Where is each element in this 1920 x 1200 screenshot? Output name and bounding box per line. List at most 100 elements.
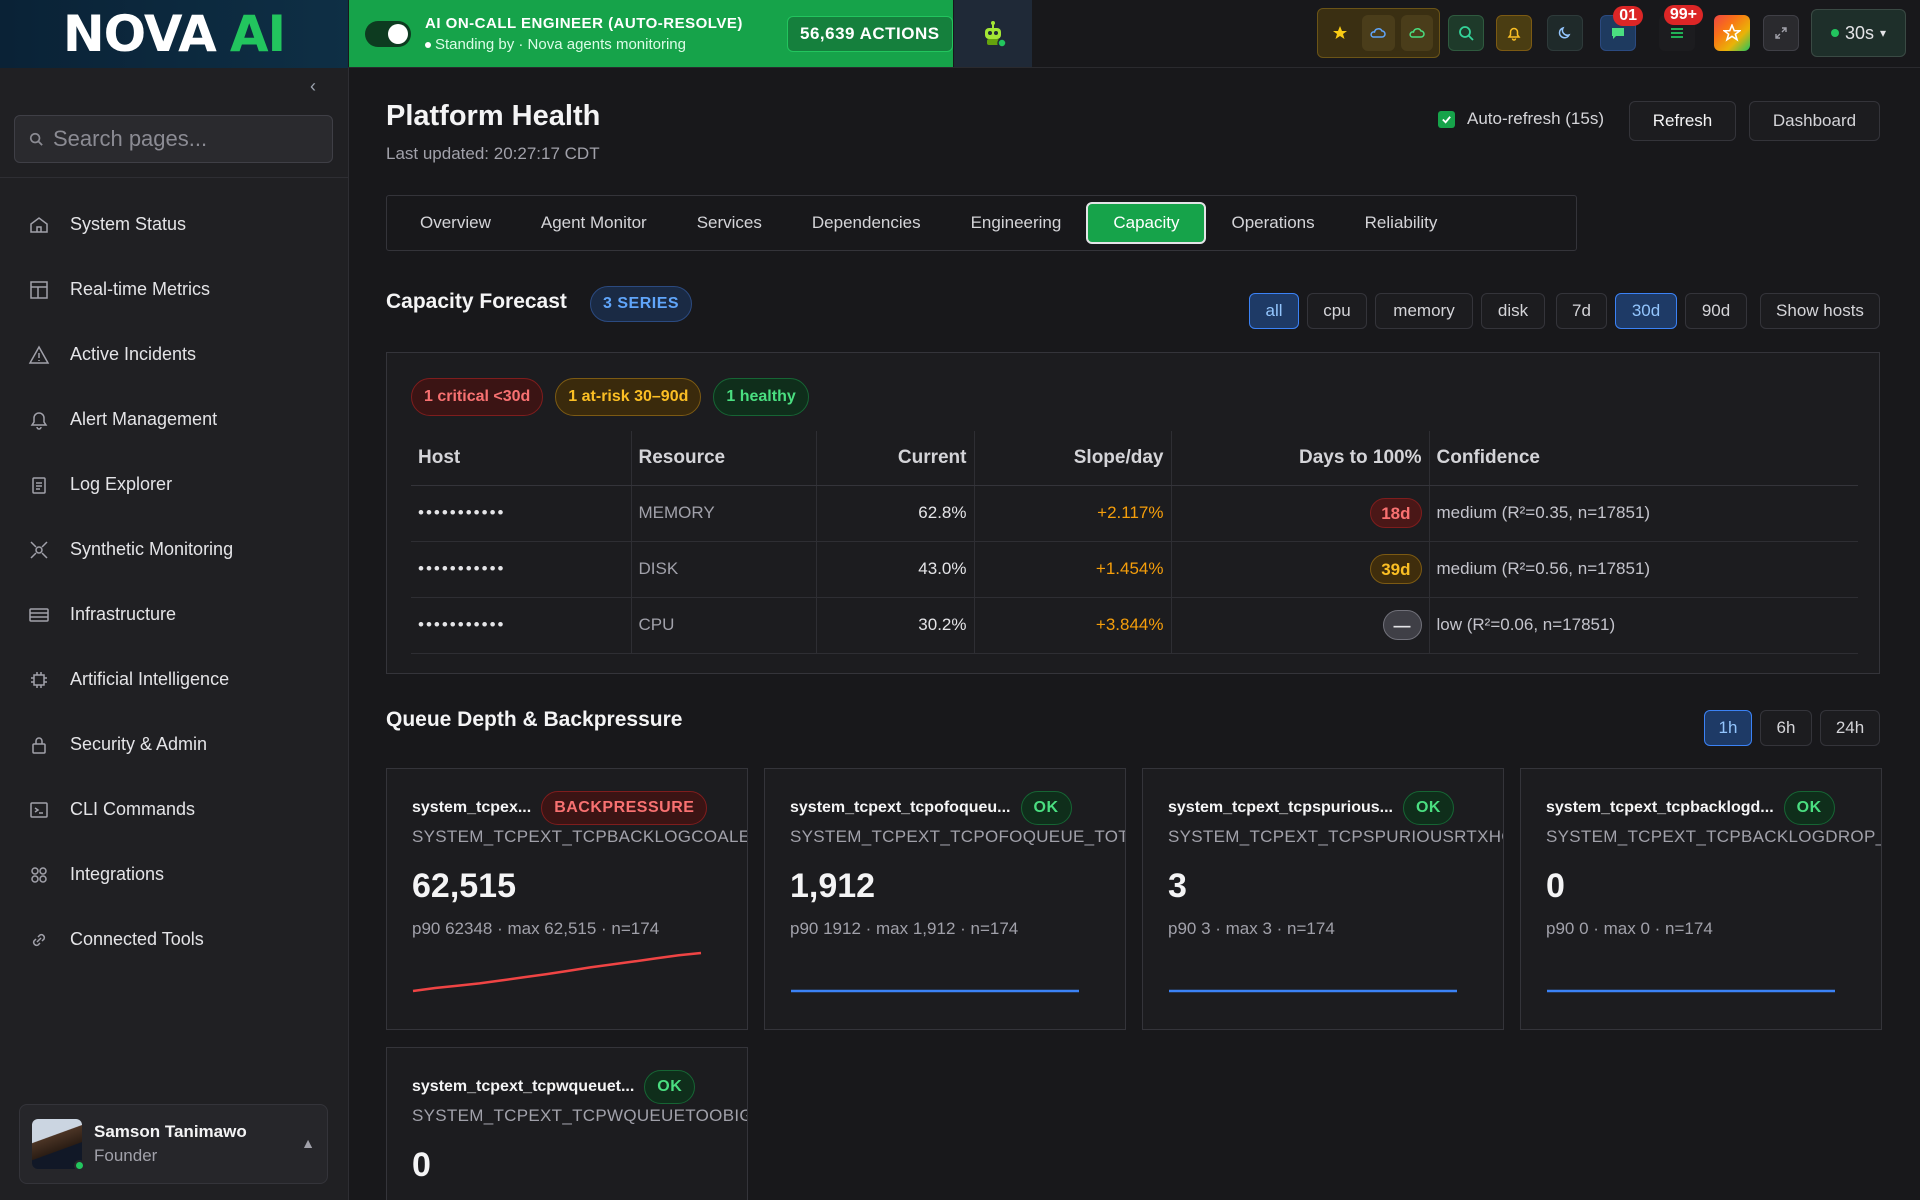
range-7d-button[interactable]: 7d [1556, 293, 1607, 329]
dashboard-button[interactable]: Dashboard [1749, 101, 1880, 141]
column-slope[interactable]: Slope/day [974, 431, 1172, 486]
healthy-count-badge: 1 healthy [713, 378, 809, 416]
days-badge: 18d [1370, 498, 1422, 528]
queue-metric-id: SYSTEM_TCPEXT_TCPWQUEUETOOBIG_TOTAL [412, 1106, 747, 1125]
collapse-sidebar-button[interactable]: ‹ [310, 76, 316, 97]
refresh-interval-value: 30s [1844, 22, 1874, 43]
tab-agent-monitor[interactable]: Agent Monitor [516, 202, 672, 244]
chevron-left-icon: ‹ [310, 76, 316, 96]
capacity-forecast-title: Capacity Forecast [386, 290, 567, 313]
user-menu[interactable]: Samson Tanimawo Founder ▲ [19, 1104, 328, 1184]
column-current[interactable]: Current [816, 431, 975, 486]
search-pages-input[interactable] [53, 126, 313, 152]
column-confidence[interactable]: Confidence [1429, 431, 1858, 486]
table-row[interactable]: ••••••••••• MEMORY 62.8% +2.117% 18d med… [411, 485, 1858, 542]
queue-depth-title: Queue Depth & Backpressure [386, 708, 683, 731]
queue-name: system_tcpext_tcpspurious... [1168, 799, 1393, 816]
sidebar-item-real-time-metrics[interactable]: Real-time Metrics [0, 257, 349, 322]
terminal-icon [30, 801, 48, 818]
lock-icon [32, 736, 46, 754]
auto-refresh-toggle[interactable]: Auto-refresh (15s) [1438, 109, 1604, 129]
sidebar-item-log-explorer[interactable]: Log Explorer [0, 452, 349, 517]
sidebar-item-security-admin[interactable]: Security & Admin [0, 712, 349, 777]
sidebar-item-active-incidents[interactable]: Active Incidents [0, 322, 349, 387]
queue-card[interactable]: system_tcpext_tcpwqueuet... OK SYSTEM_TC… [386, 1047, 748, 1200]
table-header-row: Host Resource Current Slope/day Days to … [411, 431, 1858, 486]
sidebar-item-system-status[interactable]: System Status [0, 192, 349, 257]
range-24h-button[interactable]: 24h [1820, 710, 1880, 746]
brand-word-2: AI [229, 5, 286, 63]
tab-services[interactable]: Services [672, 202, 787, 244]
sidebar-item-connected-tools[interactable]: Connected Tools [0, 907, 349, 972]
checkbox-checked-icon[interactable] [1438, 110, 1455, 128]
queue-card[interactable]: system_tcpext_tcpofoqueu... OK SYSTEM_TC… [764, 768, 1126, 1030]
queue-value: 1,912 [790, 867, 876, 905]
sidebar-item-cli-commands[interactable]: CLI Commands [0, 777, 349, 842]
chat-icon [1612, 28, 1624, 39]
queue-card[interactable]: system_tcpex... BACKPRESSURE SYSTEM_TCPE… [386, 768, 748, 1030]
sparkle-star-icon [1723, 24, 1741, 42]
range-30d-button[interactable]: 30d [1615, 293, 1677, 329]
tab-capacity[interactable]: Capacity [1086, 202, 1207, 244]
sidebar-item-alert-management[interactable]: Alert Management [0, 387, 349, 452]
queue-value: 0 [1546, 867, 1565, 905]
theme-toggle-button[interactable] [1547, 15, 1583, 51]
brand-logo[interactable]: NOVA AI [0, 0, 348, 68]
cloud-button[interactable] [1400, 15, 1433, 51]
weather-button[interactable] [1362, 15, 1395, 51]
table-row[interactable]: ••••••••••• CPU 30.2% +3.844% — low (R²=… [411, 597, 1858, 654]
queue-value: 62,515 [412, 867, 516, 905]
sidebar-item-integrations[interactable]: Integrations [0, 842, 349, 907]
highlights-button[interactable] [1714, 15, 1750, 51]
table-row[interactable]: ••••••••••• DISK 43.0% +1.454% 39d mediu… [411, 541, 1858, 598]
current-cell: 62.8% [816, 485, 975, 542]
oncall-toggle[interactable] [365, 20, 411, 47]
tab-engineering[interactable]: Engineering [946, 202, 1087, 244]
star-icon [1333, 26, 1348, 39]
confidence-cell: medium (R²=0.56, n=17851) [1429, 541, 1858, 598]
tab-operations[interactable]: Operations [1206, 202, 1339, 244]
favorite-button[interactable] [1324, 15, 1356, 51]
queue-card[interactable]: system_tcpext_tcpspurious... OK SYSTEM_T… [1142, 768, 1504, 1030]
brand-word-1: NOVA [62, 5, 217, 63]
column-resource[interactable]: Resource [631, 431, 817, 486]
alerts-button[interactable]: 99+ [1659, 5, 1703, 51]
tab-dependencies[interactable]: Dependencies [787, 202, 946, 244]
tab-overview[interactable]: Overview [395, 202, 516, 244]
column-host[interactable]: Host [411, 431, 632, 486]
sidebar-item-artificial-intelligence[interactable]: Artificial Intelligence [0, 647, 349, 712]
filter-all-button[interactable]: all [1249, 293, 1299, 329]
filter-disk-button[interactable]: disk [1481, 293, 1545, 329]
column-days-to-full[interactable]: Days to 100% [1171, 431, 1430, 486]
queue-name: system_tcpext_tcpbacklogd... [1546, 799, 1774, 816]
sidebar-item-synthetic-monitoring[interactable]: Synthetic Monitoring [0, 517, 349, 582]
slope-cell: +3.844% [974, 597, 1172, 654]
refresh-button[interactable]: Refresh [1629, 101, 1736, 141]
fullscreen-button[interactable] [1763, 15, 1799, 51]
queue-card[interactable]: system_tcpext_tcpbacklogd... OK SYSTEM_T… [1520, 768, 1882, 1030]
robot-agent-button[interactable] [954, 0, 1032, 67]
queue-name: system_tcpext_tcpwqueuet... [412, 1078, 635, 1095]
page-tabs: Overview Agent Monitor Services Dependen… [386, 195, 1577, 251]
range-90d-button[interactable]: 90d [1685, 293, 1747, 329]
filter-cpu-button[interactable]: cpu [1307, 293, 1367, 329]
filter-memory-button[interactable]: memory [1375, 293, 1473, 329]
range-1h-button[interactable]: 1h [1704, 710, 1752, 746]
tab-reliability[interactable]: Reliability [1340, 202, 1463, 244]
queue-metric-id: SYSTEM_TCPEXT_TCPBACKLOGCOALESCE [412, 827, 747, 846]
range-6h-button[interactable]: 6h [1760, 710, 1812, 746]
search-icon [1459, 26, 1474, 41]
queue-metric-id: SYSTEM_TCPEXT_TCPBACKLOGDROP_TOTAL [1546, 827, 1882, 846]
sidebar-item-infrastructure[interactable]: Infrastructure [0, 582, 349, 647]
show-hosts-button[interactable]: Show hosts [1760, 293, 1880, 329]
notifications-button[interactable] [1496, 15, 1532, 51]
messages-button[interactable]: 01 [1600, 6, 1643, 51]
global-search-button[interactable] [1448, 15, 1484, 51]
top-bar: NOVA AI AI ON-CALL ENGINEER (AUTO-RESOLVE… [0, 0, 1920, 68]
actions-count-badge: 56,639 ACTIONS [787, 15, 953, 52]
avatar [32, 1119, 85, 1171]
robot-icon [985, 20, 1007, 48]
refresh-interval-select[interactable]: 30s ▾ [1811, 9, 1906, 57]
online-status-icon [74, 1160, 85, 1171]
queue-sparkline [1547, 989, 1835, 993]
